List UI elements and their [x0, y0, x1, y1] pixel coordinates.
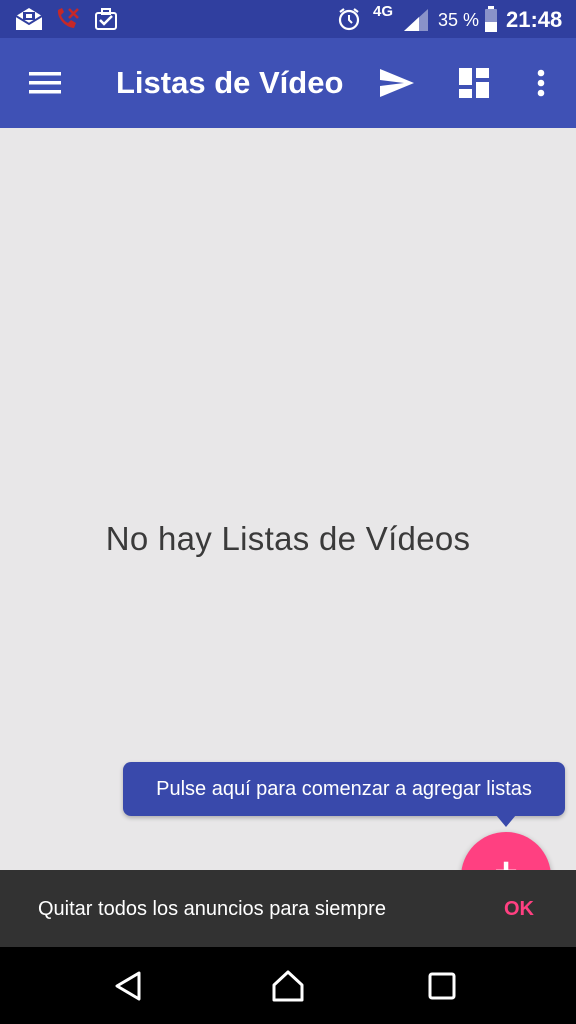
- alarm-icon: [338, 8, 360, 31]
- back-icon: [115, 971, 141, 1001]
- clock: 21:48: [506, 7, 563, 32]
- network-type: 4G: [373, 3, 394, 20]
- onboarding-tooltip: Pulse aquí para comenzar a agregar lista…: [123, 762, 565, 816]
- signal-icon: [404, 9, 428, 31]
- recents-button[interactable]: [412, 961, 472, 1011]
- menu-icon: [29, 72, 61, 94]
- send-icon: [380, 69, 414, 97]
- snackbar-message: Quitar todos los anuncios para siempre: [38, 898, 386, 920]
- tooltip-arrow: [496, 815, 516, 827]
- dashboard-button[interactable]: [449, 58, 499, 108]
- main-content: No hay Listas de Vídeos: [0, 128, 576, 870]
- app-toolbar: Listas de Vídeo: [0, 38, 576, 128]
- system-nav-bar: [0, 947, 576, 1024]
- home-icon: [272, 970, 304, 1002]
- empty-state-message: No hay Listas de Vídeos: [105, 520, 471, 557]
- battery-percent: 35 %: [438, 10, 480, 30]
- back-button[interactable]: [98, 961, 158, 1011]
- snackbar: Quitar todos los anuncios para siempre O…: [0, 870, 576, 947]
- snackbar-ok-button[interactable]: OK: [488, 888, 550, 930]
- more-vert-icon: [537, 69, 545, 97]
- battery-icon: [485, 6, 497, 32]
- status-bar: 4G 35 % 21:48: [0, 0, 576, 38]
- dashboard-icon: [459, 68, 489, 98]
- send-button[interactable]: [372, 58, 422, 108]
- more-options-button[interactable]: [516, 58, 566, 108]
- briefcase-check-icon: [95, 8, 117, 30]
- missed-call-icon: [57, 8, 79, 28]
- recents-icon: [428, 972, 456, 1000]
- mail-icon: [15, 8, 43, 30]
- menu-button[interactable]: [20, 58, 70, 108]
- page-title: Listas de Vídeo: [116, 65, 344, 100]
- home-button[interactable]: [258, 961, 318, 1011]
